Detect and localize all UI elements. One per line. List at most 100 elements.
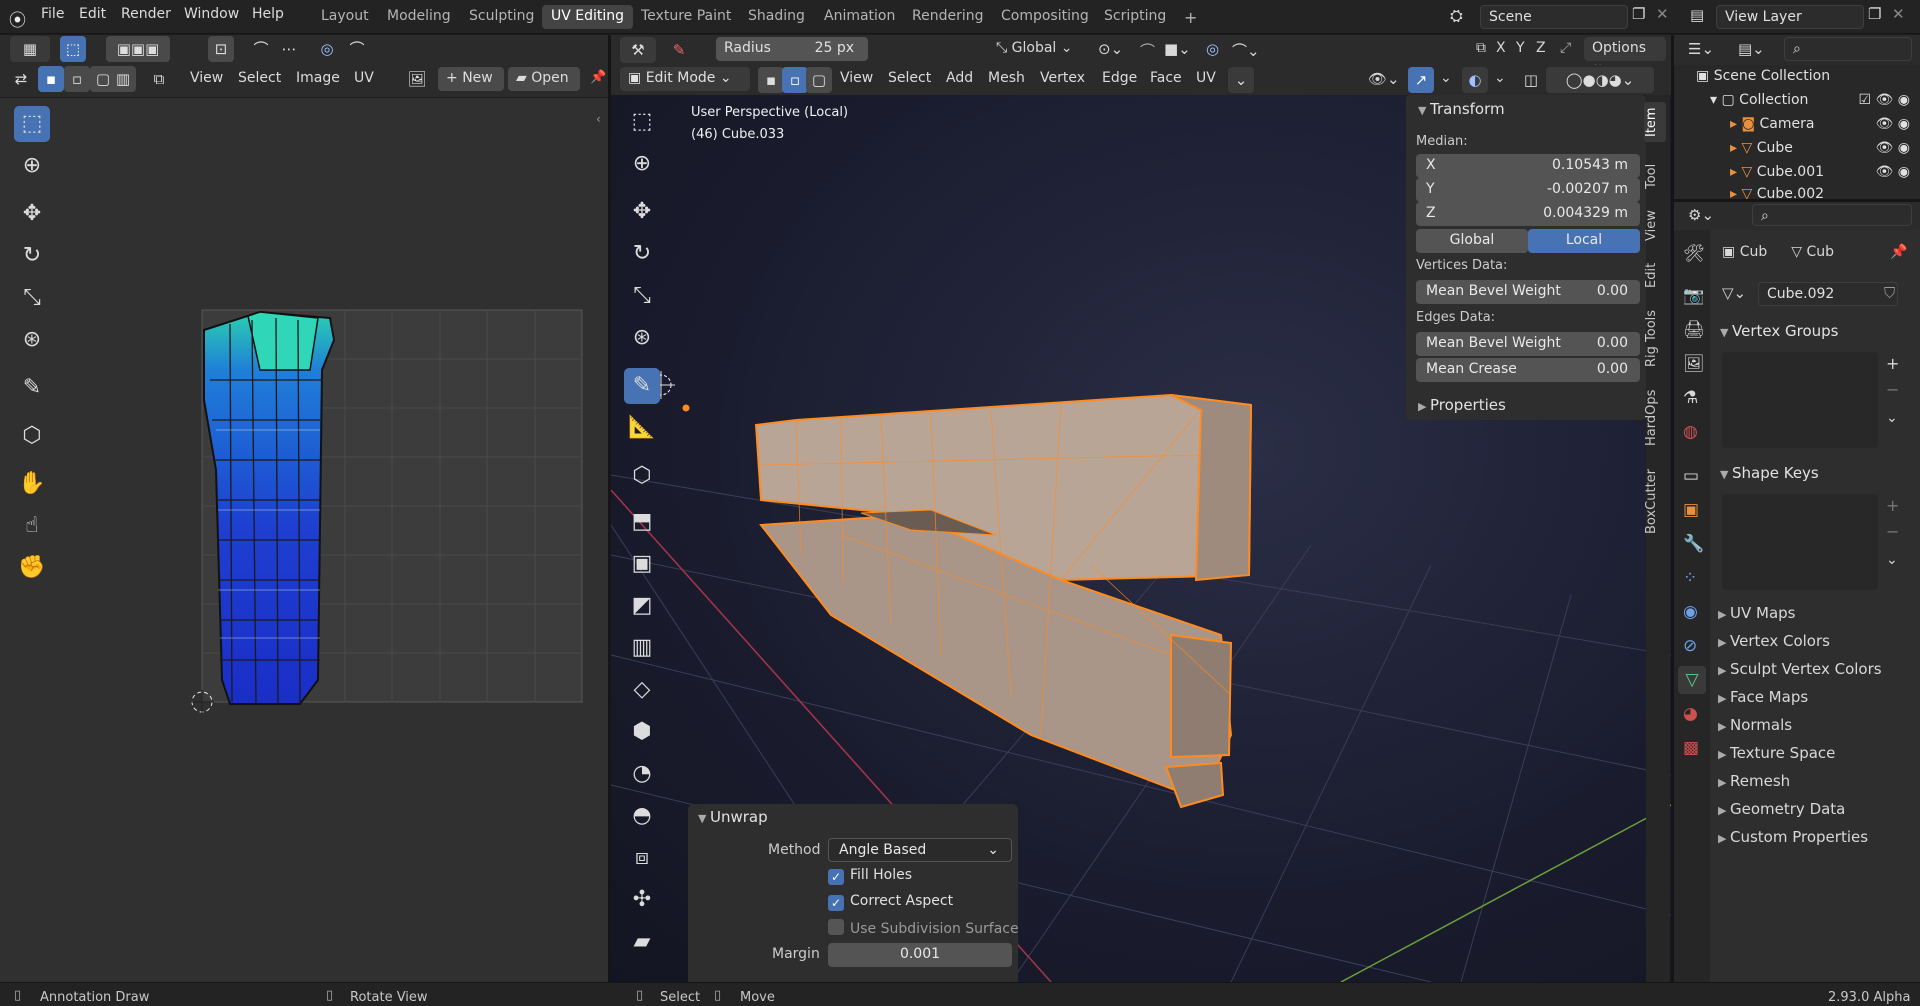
viewport-menu-face[interactable]: Face — [1150, 70, 1182, 86]
view-layer-icon[interactable]: ▤ — [1690, 6, 1704, 24]
tab-edit[interactable]: Edit — [1644, 258, 1666, 292]
object-tab-icon[interactable]: ▣ — [1683, 500, 1699, 520]
mirror-icon[interactable]: ⧉ — [1476, 40, 1486, 56]
proportional-edit-icon[interactable]: ◎ — [314, 36, 340, 62]
eye-camera-icons[interactable]: 👁 ◉ — [1876, 140, 1910, 156]
shading-modes-icon[interactable]: ◯●◑◕⌄ — [1546, 67, 1654, 93]
uv-2d-cursor-icon[interactable] — [190, 690, 220, 720]
proportional-falloff-icon[interactable]: ⌒⌄ — [1232, 40, 1260, 61]
viewport-menu-edge[interactable]: Edge — [1102, 70, 1137, 86]
tab-layout[interactable]: Layout — [312, 5, 378, 29]
new-image-button[interactable]: + New — [438, 67, 504, 91]
bevel-tool[interactable]: ◩ — [624, 588, 660, 624]
blender-logo-icon[interactable]: ⦿ — [9, 6, 26, 31]
orientation-dropdown[interactable]: ⤡ Global ⌄ — [996, 40, 1073, 56]
fake-user-shield-icon[interactable]: ⛉ — [1884, 284, 1895, 302]
uv-grid[interactable] — [190, 300, 590, 720]
median-x-field[interactable]: X 0.10543 m — [1416, 154, 1640, 178]
options-dropdown[interactable]: Options ⌄ — [1584, 37, 1666, 72]
tool-settings-icon[interactable]: ⚒ — [620, 37, 656, 63]
tab-animation[interactable]: Animation — [815, 5, 904, 29]
tab-texture-paint[interactable]: Texture Paint — [632, 5, 740, 29]
inset-tool[interactable]: ▣ — [624, 546, 660, 582]
add-vertex-group-button[interactable]: + — [1886, 354, 1899, 373]
tab-modeling[interactable]: Modeling — [378, 5, 460, 29]
shear-tool[interactable]: ▰ — [624, 924, 660, 960]
measure-tool[interactable]: 📐 — [624, 410, 660, 446]
menu-file[interactable]: File — [41, 6, 64, 22]
modifier-tab-icon[interactable]: 🔧 — [1683, 534, 1704, 554]
pin-icon[interactable]: 📌 — [590, 70, 606, 85]
outliner-scene-collection[interactable]: ▣ Scene Collection — [1696, 68, 1830, 84]
knife-tool[interactable]: ◇ — [624, 672, 660, 708]
normals-panel[interactable]: ▶ Normals — [1718, 716, 1792, 734]
new-scene-icon[interactable]: ❐ — [1632, 5, 1645, 23]
open-image-button[interactable]: ▰ Open — [508, 67, 580, 91]
viewport-menu-add[interactable]: Add — [946, 70, 973, 86]
render-tab-icon[interactable]: 📷 — [1683, 286, 1704, 306]
outliner-item-cube-002[interactable]: ▸ ▽ Cube.002 — [1730, 186, 1910, 199]
overlays-icon[interactable]: ◐ — [1462, 67, 1488, 93]
new-view-layer-icon[interactable]: ❐ — [1868, 5, 1881, 23]
uv-menu-uv[interactable]: UV — [354, 70, 374, 86]
custom-properties-panel[interactable]: ▶ Custom Properties — [1718, 828, 1868, 846]
correct-aspect-checkbox[interactable]: ✓ Correct Aspect — [828, 893, 953, 911]
viewport-menu-uv[interactable]: UV — [1196, 70, 1216, 86]
gizmo-icon[interactable]: ↗ — [1408, 67, 1434, 93]
proportional-editing-icon[interactable]: ◎ — [1206, 40, 1219, 58]
scene-tab-icon[interactable]: ⚗ — [1683, 388, 1698, 408]
viewport-menu-mesh[interactable]: Mesh — [988, 70, 1025, 86]
tab-tool[interactable]: Tool — [1644, 156, 1666, 196]
remesh-panel[interactable]: ▶ Remesh — [1718, 772, 1790, 790]
move-tool[interactable]: ✥ — [624, 194, 660, 230]
snap-element-icon[interactable]: ■⌄ — [1164, 40, 1191, 58]
texture-space-panel[interactable]: ▶ Texture Space — [1718, 744, 1835, 762]
outliner-item-collection[interactable]: ▾ ▢ Collection ☑ 👁 ◉ — [1710, 92, 1910, 108]
viewport-menu-view[interactable]: View — [840, 70, 873, 86]
particles-tab-icon[interactable]: ⁘ — [1683, 568, 1697, 588]
texture-tab-icon[interactable]: ▩ — [1683, 738, 1699, 758]
annotate-tool[interactable]: ✎ — [624, 368, 660, 404]
world-tab-icon[interactable]: ◍ — [1683, 422, 1698, 442]
vertex-group-specials-icon[interactable]: ⌄ — [1886, 410, 1898, 426]
constraints-tab-icon[interactable]: ⊘ — [1683, 636, 1697, 656]
menu-window[interactable]: Window — [184, 6, 239, 22]
uv-select-box-tool[interactable]: ⬚ — [14, 106, 50, 142]
snap-toggle-icon[interactable]: ⌒ — [1140, 40, 1155, 61]
tab-compositing[interactable]: Compositing — [992, 5, 1098, 29]
tab-view[interactable]: View — [1644, 206, 1666, 246]
smooth-tool[interactable]: ◓ — [624, 798, 660, 834]
material-tab-icon[interactable]: ◕ — [1683, 704, 1698, 724]
tab-shading[interactable]: Shading — [739, 5, 814, 29]
radius-field[interactable]: Radius 25 px — [716, 37, 868, 61]
shrink-fatten-tool[interactable]: ✣ — [624, 882, 660, 918]
uv-maps-panel[interactable]: ▶ UV Maps — [1718, 604, 1795, 622]
sticky-selection-icon[interactable]: ⧉ — [146, 66, 172, 92]
spin-tool[interactable]: ◔ — [624, 756, 660, 792]
snap-target-icon[interactable]: ⋯ — [276, 36, 302, 62]
mesh-data-tab-icon[interactable]: ▽ — [1678, 666, 1706, 694]
outliner-item-cube[interactable]: ▸ ▽ Cube 👁 ◉ — [1730, 140, 1910, 156]
transform-panel-header[interactable]: ▼ Transform — [1418, 100, 1505, 118]
uv-relax-tool[interactable]: ☝ — [14, 508, 50, 544]
view-layer-tab-icon[interactable]: 🖼 — [1683, 354, 1705, 374]
editor-type-icon[interactable]: ▦ — [10, 36, 50, 62]
select-box-tool[interactable]: ⬚ — [624, 104, 660, 140]
shape-key-specials-icon[interactable]: ⌄ — [1886, 552, 1898, 568]
gizmo-dropdown-icon[interactable]: ⌄ — [1440, 70, 1452, 86]
auto-merge-icon[interactable]: ⤢ — [1560, 40, 1571, 56]
outliner-item-camera[interactable]: ▸ ◙ Camera 👁 ◉ — [1730, 116, 1910, 132]
output-tab-icon[interactable]: 🖨 — [1683, 320, 1705, 340]
transform-tool[interactable]: ⊛ — [624, 320, 660, 356]
edge-bevel-weight-field[interactable]: Mean Bevel Weight 0.00 — [1416, 332, 1640, 356]
vertex-bevel-weight-field[interactable]: Mean Bevel Weight 0.00 — [1416, 280, 1640, 304]
view-layer-selector[interactable]: View Layer — [1716, 5, 1864, 29]
median-y-field[interactable]: Y -0.00207 m — [1416, 178, 1640, 202]
tab-boxcutter[interactable]: BoxCutter — [1644, 466, 1666, 536]
outliner-search[interactable]: ⌕ — [1784, 37, 1912, 61]
mirror-x-toggle[interactable]: X — [1496, 40, 1506, 56]
uv-menu-image[interactable]: Image — [296, 70, 340, 86]
falloff-icon[interactable]: ⌒ — [344, 36, 370, 62]
island-select-mode-icon[interactable]: ▥ — [110, 66, 136, 92]
uv-rotate-tool[interactable]: ↻ — [14, 238, 50, 274]
